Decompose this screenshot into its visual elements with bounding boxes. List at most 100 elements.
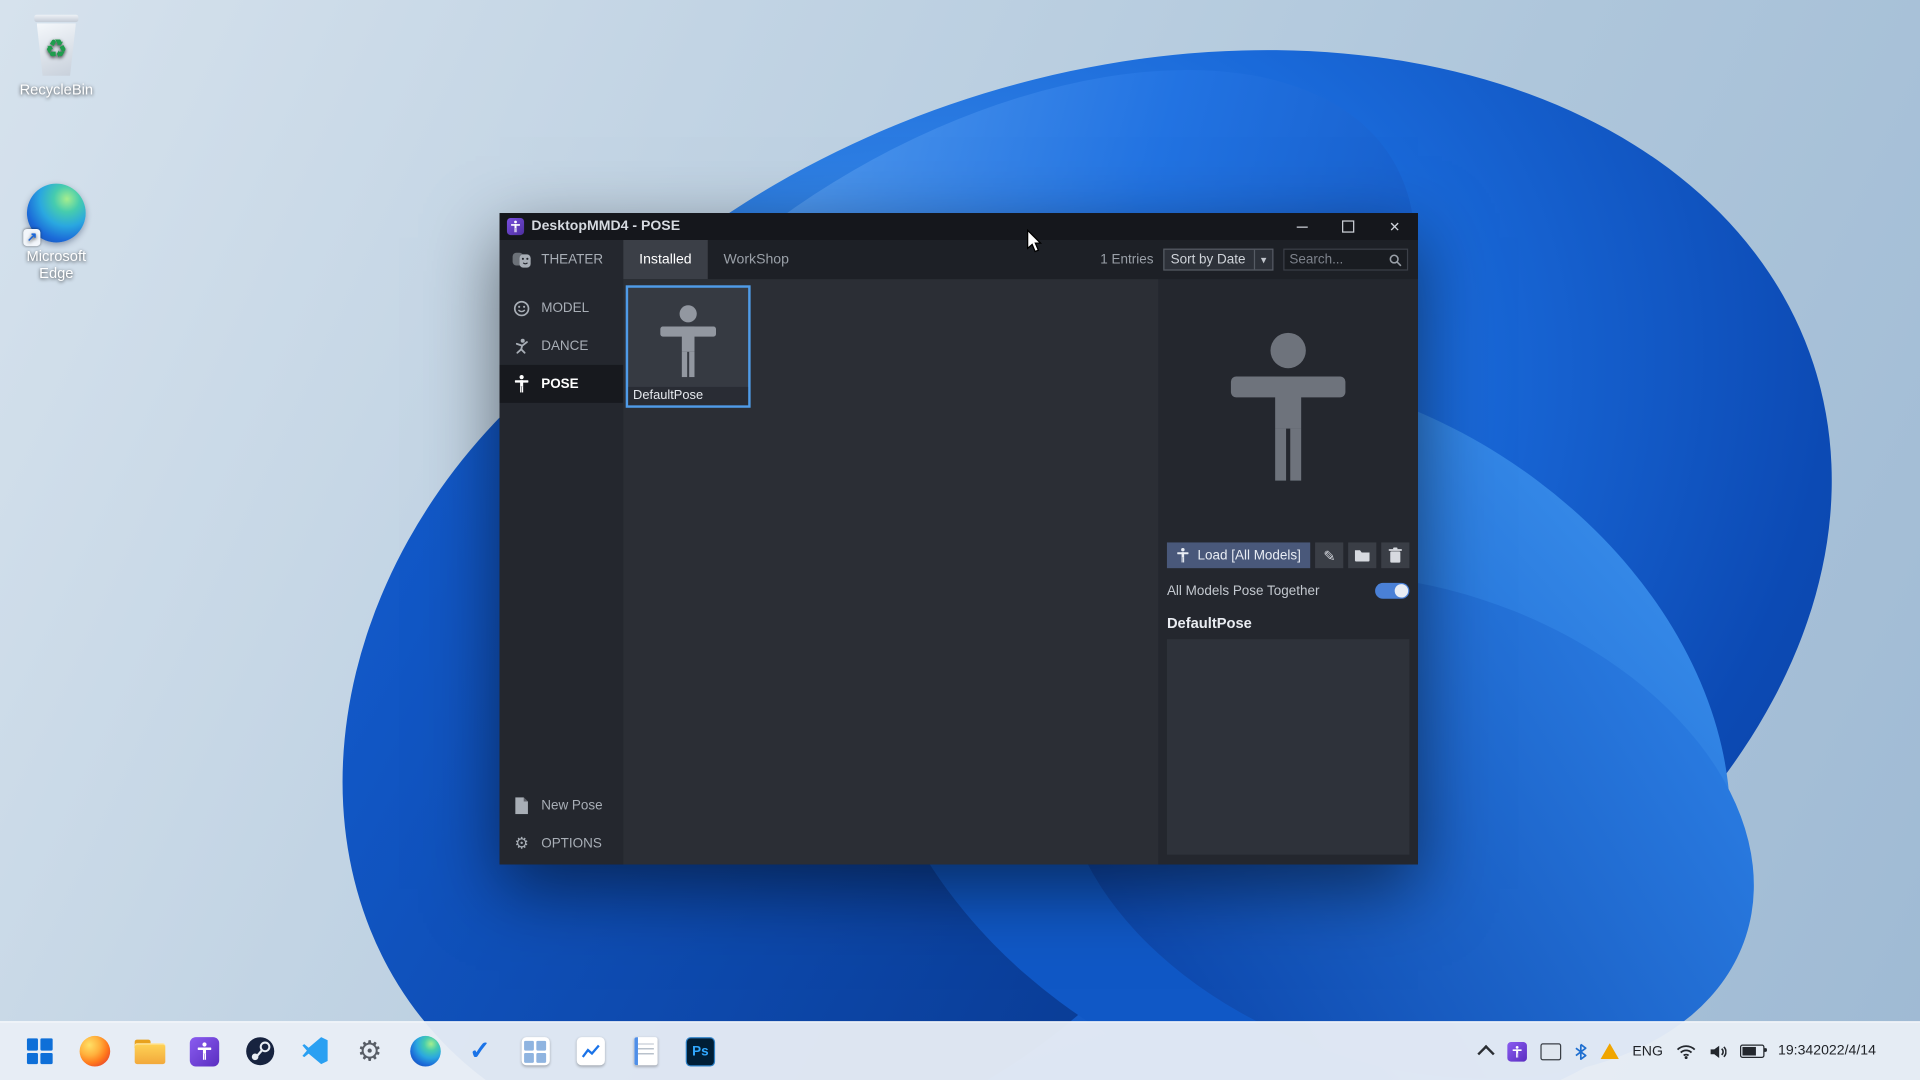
sidebar-bottom: New Pose ⚙ OPTIONS (500, 786, 624, 864)
mouse-cursor (1026, 228, 1043, 253)
taskbar-desktopmmd-button[interactable] (180, 1027, 229, 1076)
pose-figure-icon (512, 375, 532, 393)
app-window-desktopmmd4: DesktopMMD4 - POSE ✕ THEATER MODEL DANCE… (499, 213, 1418, 865)
close-icon: ✕ (1389, 219, 1401, 235)
tab-installed[interactable]: Installed (623, 240, 708, 280)
folder-icon (1355, 550, 1370, 562)
header-bar: Installed WorkShop 1 Entries Sort by Dat… (623, 240, 1418, 280)
chart-icon (576, 1037, 605, 1066)
desktop-icon-label: Microsoft Edge (26, 247, 87, 282)
warning-icon (1600, 1043, 1619, 1060)
sidebar-item-label: MODEL (541, 300, 590, 316)
steam-icon (244, 1036, 275, 1067)
taskbar-todo-button[interactable]: ✓ (456, 1027, 505, 1076)
edit-button[interactable]: ✎ (1315, 542, 1344, 569)
action-row: Load [All Models] ✎ (1166, 542, 1410, 569)
sidebar-group: MODEL DANCE POSE (499, 289, 624, 403)
desktop: ♻ RecycleBin ↗ Microsoft Edge DesktopMMD… (0, 0, 1920, 1080)
desktopmmd-tray-icon (1507, 1041, 1528, 1062)
pose-figure-icon (1177, 547, 1189, 563)
delete-button[interactable] (1381, 542, 1410, 569)
tray-bluetooth[interactable] (1575, 1043, 1587, 1060)
file-explorer-icon (134, 1038, 165, 1064)
tray-battery[interactable] (1740, 1044, 1767, 1058)
sidebar-item-label: POSE (541, 376, 579, 392)
tab-workshop[interactable]: WorkShop (708, 240, 805, 279)
desktop-icon-recycle-bin[interactable]: ♻ RecycleBin (7, 12, 105, 98)
toggle-row: All Models Pose Together (1167, 582, 1410, 599)
taskbar-app-window-button[interactable] (511, 1027, 560, 1076)
all-models-pose-together-toggle[interactable] (1375, 582, 1410, 599)
taskbar-edge-button[interactable] (400, 1027, 449, 1076)
recycle-bin-body: ♻ (36, 23, 76, 76)
pose-grid: DefaultPose (623, 279, 1159, 865)
toggle-knob (1394, 584, 1409, 598)
tray-chevron-up[interactable] (1477, 1044, 1495, 1062)
load-button[interactable]: Load [All Models] (1166, 542, 1311, 569)
sidebar-item-theater[interactable]: THEATER (500, 240, 624, 279)
taskbar-performance-button[interactable] (566, 1027, 615, 1076)
pose-card-defaultpose[interactable]: DefaultPose (625, 285, 751, 408)
check-icon: ✓ (469, 1037, 491, 1066)
taskbar-file-explorer-button[interactable] (125, 1027, 174, 1076)
taskbar-settings-button[interactable]: ⚙ (345, 1027, 394, 1076)
window-title: DesktopMMD4 - POSE (531, 219, 681, 234)
search-box[interactable] (1283, 248, 1409, 271)
detail-panel: Load [All Models] ✎ All Models Pose Toge… (1158, 279, 1418, 865)
tray-warning[interactable] (1600, 1043, 1619, 1060)
entries-count: 1 Entries (1100, 252, 1154, 267)
selected-pose-name: DefaultPose (1166, 614, 1252, 632)
sidebar-item-label: OPTIONS (541, 835, 602, 851)
search-input[interactable] (1289, 252, 1389, 267)
taskbar-vscode-button[interactable] (290, 1027, 339, 1076)
taskbar-icons: ⚙ ✓ Ps (15, 1027, 725, 1076)
sidebar-item-label: DANCE (541, 338, 589, 354)
tray-desktopmmd[interactable] (1507, 1041, 1528, 1062)
dancer-icon (512, 337, 532, 354)
taskbar-steam-button[interactable] (235, 1027, 284, 1076)
tray-wifi[interactable] (1676, 1044, 1696, 1059)
edge-icon: ↗ (23, 183, 86, 247)
gear-icon: ⚙ (357, 1034, 383, 1067)
sidebar-item-dance[interactable]: DANCE (500, 327, 624, 365)
sidebar-item-pose[interactable]: POSE (499, 364, 624, 403)
taskbar-notebook-button[interactable] (621, 1027, 670, 1076)
clock-time: 19:34 (1778, 1043, 1814, 1058)
open-folder-button[interactable] (1348, 542, 1377, 569)
sidebar-item-label: New Pose (541, 797, 603, 813)
window-controls: ✕ (1278, 213, 1418, 240)
pencil-icon: ✎ (1323, 546, 1336, 564)
chevron-down-icon: ▾ (1253, 249, 1272, 270)
moon-icon (1892, 1043, 1901, 1060)
recycle-bin-icon: ♻ (26, 12, 87, 76)
tpose-figure-icon (660, 305, 716, 378)
photoshop-icon: Ps (685, 1036, 716, 1066)
sidebar: THEATER MODEL DANCE POSE New Pose ⚙ OPTI… (499, 240, 624, 865)
taskbar-start-button[interactable] (15, 1027, 64, 1076)
taskbar-photoshop-button[interactable]: Ps (676, 1027, 725, 1076)
screen: ♻ RecycleBin ↗ Microsoft Edge DesktopMMD… (0, 0, 1920, 1080)
desktop-icon-microsoft-edge[interactable]: ↗ Microsoft Edge (7, 183, 105, 282)
tray-volume[interactable] (1709, 1044, 1727, 1059)
language-indicator[interactable]: ENG (1632, 1044, 1663, 1059)
options-button[interactable]: ⚙ OPTIONS (500, 824, 624, 862)
sidebar-item-model[interactable]: MODEL (500, 289, 624, 327)
maximize-button[interactable] (1325, 213, 1372, 240)
tab-label: WorkShop (723, 252, 789, 267)
tray-display[interactable] (1540, 1042, 1562, 1060)
chevron-up-icon (1477, 1044, 1495, 1062)
sort-dropdown[interactable]: Sort by Date ▾ (1163, 248, 1274, 271)
speaker-icon (1710, 1045, 1727, 1058)
window-titlebar[interactable]: DesktopMMD4 - POSE ✕ (499, 213, 1418, 240)
pose-card-label: DefaultPose (628, 386, 749, 406)
sidebar-item-label: THEATER (541, 252, 604, 267)
display-icon (1540, 1042, 1562, 1060)
minimize-button[interactable] (1278, 213, 1325, 240)
header-toolbar: 1 Entries Sort by Date ▾ (1100, 248, 1409, 271)
pose-preview (1167, 279, 1409, 536)
taskbar-firefox-button[interactable] (70, 1027, 119, 1076)
tray-night-mode[interactable] (1889, 1042, 1907, 1060)
new-pose-button[interactable]: New Pose (500, 786, 624, 824)
close-button[interactable]: ✕ (1371, 213, 1418, 240)
taskbar-clock[interactable]: 19:34 2022/4/14 (1778, 1043, 1876, 1059)
